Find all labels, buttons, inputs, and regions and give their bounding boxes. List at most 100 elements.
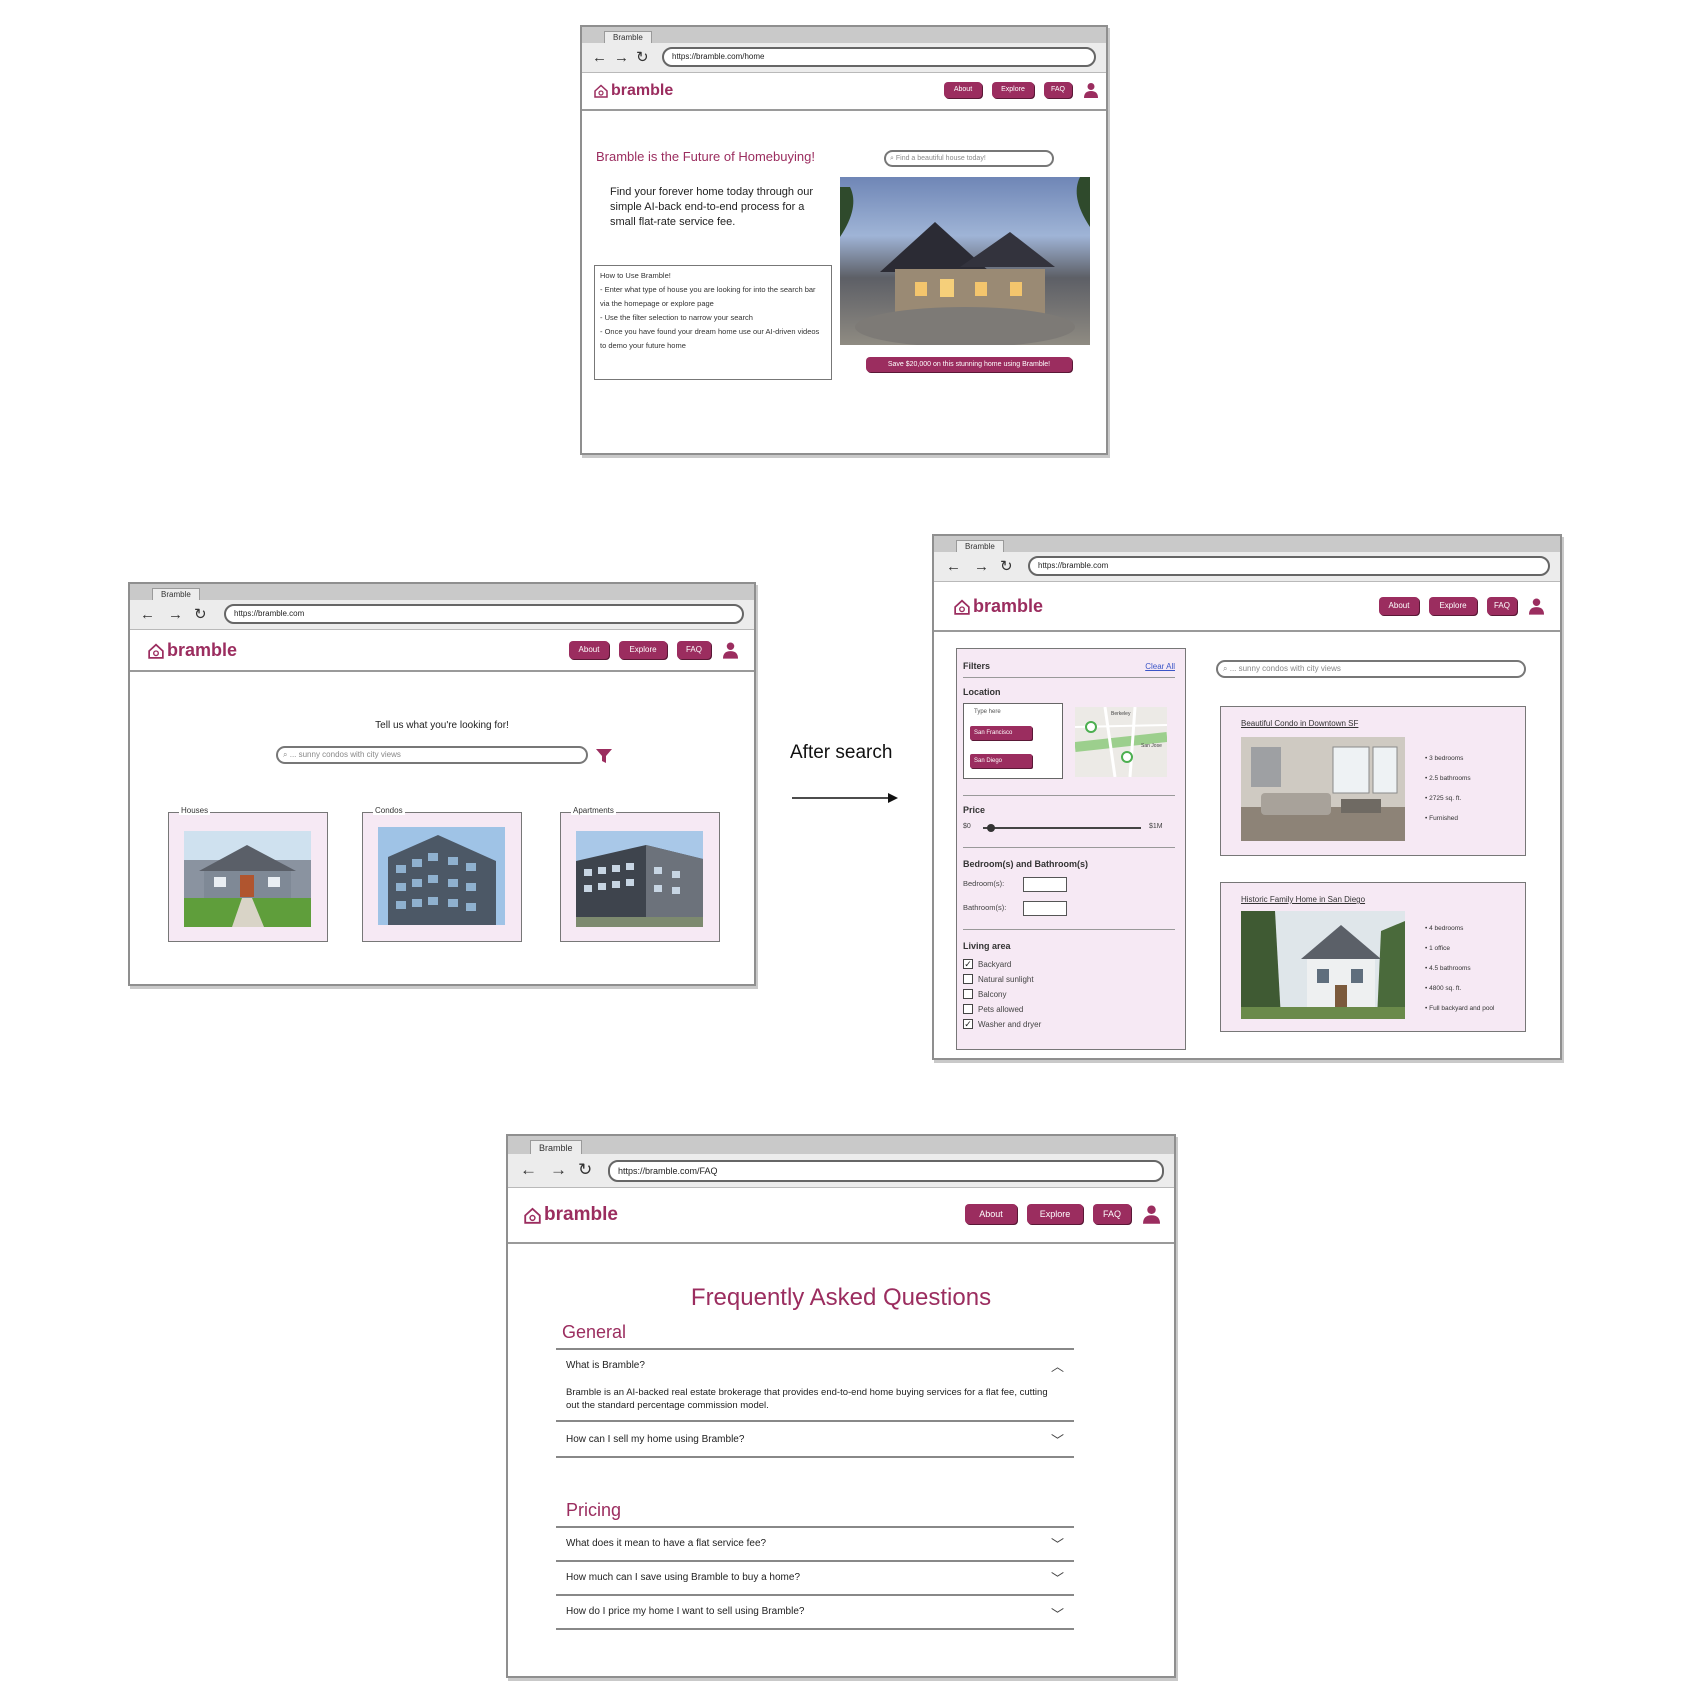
bathrooms-input[interactable]	[1023, 901, 1067, 916]
apartments-photo	[576, 831, 703, 927]
checkbox[interactable]	[963, 989, 973, 999]
user-icon[interactable]	[1529, 597, 1544, 615]
option-label: Backyard	[978, 959, 1012, 969]
listing-title-link[interactable]: Historic Family Home in San Diego	[1241, 895, 1365, 904]
reload-icon[interactable]: ↻	[1000, 558, 1013, 576]
explore-button[interactable]: Explore	[1027, 1204, 1083, 1224]
home-search-input[interactable]: ⌕ Find a beautiful house today!	[884, 150, 1054, 167]
featured-house-photo[interactable]	[840, 177, 1090, 345]
clear-all-link[interactable]: Clear All	[1145, 662, 1175, 671]
arrow-left-icon[interactable]: ←	[520, 1161, 537, 1179]
location-map[interactable]: Berkeley San Jose	[1075, 707, 1167, 777]
chevron-up-icon[interactable]: ︿	[1051, 1356, 1064, 1375]
explore-button[interactable]: Explore	[1429, 597, 1477, 615]
howto-line: - Enter what type of house you are looki…	[600, 285, 816, 308]
chevron-down-icon[interactable]: ﹀	[1051, 1568, 1064, 1587]
about-button[interactable]: About	[569, 641, 609, 659]
living-option-balcony[interactable]: Balcony	[963, 989, 1041, 999]
listing-photo[interactable]	[1241, 911, 1405, 1019]
house-logo-icon	[954, 599, 970, 615]
chevron-down-icon[interactable]: ﹀	[1051, 1534, 1064, 1553]
about-button[interactable]: About	[965, 1204, 1017, 1224]
faq-button[interactable]: FAQ	[1093, 1204, 1131, 1224]
location-chip[interactable]: San Diego	[970, 754, 1032, 768]
explore-browser-window: Bramble ← → ↻ https://bramble.com brambl…	[128, 582, 756, 986]
arrow-left-icon[interactable]: ←	[140, 606, 155, 624]
user-icon[interactable]	[1084, 82, 1098, 98]
living-option-washer-dryer[interactable]: ✓ Washer and dryer	[963, 1019, 1041, 1029]
location-chip[interactable]: San Francisco	[970, 726, 1032, 740]
bramble-logo[interactable]: bramble	[148, 640, 237, 661]
checkbox[interactable]	[963, 1004, 973, 1014]
reload-icon[interactable]: ↻	[194, 606, 207, 624]
faq-question[interactable]: How can I sell my home using Bramble?	[566, 1434, 744, 1445]
price-slider-thumb[interactable]	[986, 824, 995, 832]
results-search-input[interactable]: ⌕ ... sunny condos with city views	[1216, 660, 1526, 678]
arrow-right-icon[interactable]: →	[614, 49, 629, 67]
category-label: Houses	[179, 806, 211, 815]
checkbox[interactable]: ✓	[963, 959, 973, 969]
arrow-left-icon[interactable]: ←	[946, 558, 961, 576]
living-option-natural-sunlight[interactable]: Natural sunlight	[963, 974, 1041, 984]
cta-button[interactable]: Save $20,000 on this stunning home using…	[866, 357, 1072, 372]
logo-text: bramble	[167, 640, 238, 660]
address-bar: ← → ↻ https://bramble.com	[130, 600, 754, 630]
category-label: Condos	[373, 806, 405, 815]
reload-icon[interactable]: ↻	[578, 1161, 592, 1179]
location-input[interactable]: Type here	[974, 709, 1001, 715]
listing-card[interactable]: Beautiful Condo in Downtown SF • 3 bedro…	[1220, 706, 1526, 856]
checkbox[interactable]	[963, 974, 973, 984]
explore-button[interactable]: Explore	[992, 82, 1034, 98]
price-slider[interactable]	[983, 824, 1141, 832]
living-option-pets-allowed[interactable]: Pets allowed	[963, 1004, 1041, 1014]
checkbox[interactable]: ✓	[963, 1019, 973, 1029]
faq-question[interactable]: What does it mean to have a flat service…	[566, 1538, 766, 1549]
url-field[interactable]: https://bramble.com/FAQ	[608, 1160, 1164, 1182]
faq-item[interactable]: What does it mean to have a flat service…	[556, 1528, 1074, 1562]
category-card-houses[interactable]: Houses	[168, 806, 328, 942]
faq-question[interactable]: What is Bramble?	[566, 1360, 645, 1371]
browser-tab[interactable]: Bramble	[530, 1140, 582, 1155]
chevron-down-icon[interactable]: ﹀	[1051, 1604, 1064, 1623]
reload-icon[interactable]: ↻	[636, 49, 649, 67]
divider	[963, 929, 1175, 930]
filter-icon[interactable]	[596, 748, 612, 764]
bramble-logo[interactable]: bramble	[524, 1204, 618, 1226]
faq-question[interactable]: How do I price my home I want to sell us…	[566, 1606, 804, 1617]
faq-item[interactable]: How do I price my home I want to sell us…	[556, 1596, 1074, 1630]
bedrooms-label: Bedroom(s):	[963, 879, 1005, 888]
explore-button[interactable]: Explore	[619, 641, 667, 659]
user-icon[interactable]	[1143, 1204, 1160, 1224]
faq-button[interactable]: FAQ	[677, 641, 711, 659]
listing-title-link[interactable]: Beautiful Condo in Downtown SF	[1241, 719, 1358, 728]
living-option-backyard[interactable]: ✓ Backyard	[963, 959, 1041, 969]
feature-item: • 4.5 bathrooms	[1425, 965, 1471, 972]
about-button[interactable]: About	[944, 82, 982, 98]
chevron-down-icon[interactable]: ﹀	[1051, 1430, 1064, 1449]
faq-button[interactable]: FAQ	[1044, 82, 1072, 98]
bramble-logo[interactable]: bramble	[954, 596, 1043, 617]
listing-card[interactable]: Historic Family Home in San Diego • 4 be…	[1220, 882, 1526, 1032]
tab-bar: Bramble	[934, 536, 1560, 553]
faq-button[interactable]: FAQ	[1487, 597, 1517, 615]
arrow-right-icon[interactable]: →	[168, 606, 183, 624]
faq-question[interactable]: How much can I save using Bramble to buy…	[566, 1572, 800, 1583]
category-card-apartments[interactable]: Apartments	[560, 806, 720, 942]
user-icon[interactable]	[723, 641, 738, 659]
url-field[interactable]: https://bramble.com	[224, 604, 744, 624]
explore-search-input[interactable]: ⌕ ... sunny condos with city views	[276, 746, 588, 764]
url-field[interactable]: https://bramble.com	[1028, 556, 1550, 576]
arrow-left-icon[interactable]: ←	[592, 49, 607, 67]
arrow-right-icon[interactable]: →	[974, 558, 989, 576]
url-field[interactable]: https://bramble.com/home	[662, 47, 1096, 67]
arrow-right-icon[interactable]: →	[550, 1161, 567, 1179]
about-button[interactable]: About	[1379, 597, 1419, 615]
faq-item[interactable]: How can I sell my home using Bramble? ﹀	[556, 1424, 1074, 1458]
bramble-logo[interactable]: bramble	[594, 82, 673, 100]
faq-item-expanded[interactable]: What is Bramble? ︿ Bramble is an AI-back…	[556, 1354, 1074, 1422]
feature-item: • 3 bedrooms	[1425, 755, 1464, 762]
listing-photo[interactable]	[1241, 737, 1405, 841]
category-card-condos[interactable]: Condos	[362, 806, 522, 942]
faq-item[interactable]: How much can I save using Bramble to buy…	[556, 1562, 1074, 1596]
bedrooms-input[interactable]	[1023, 877, 1067, 892]
